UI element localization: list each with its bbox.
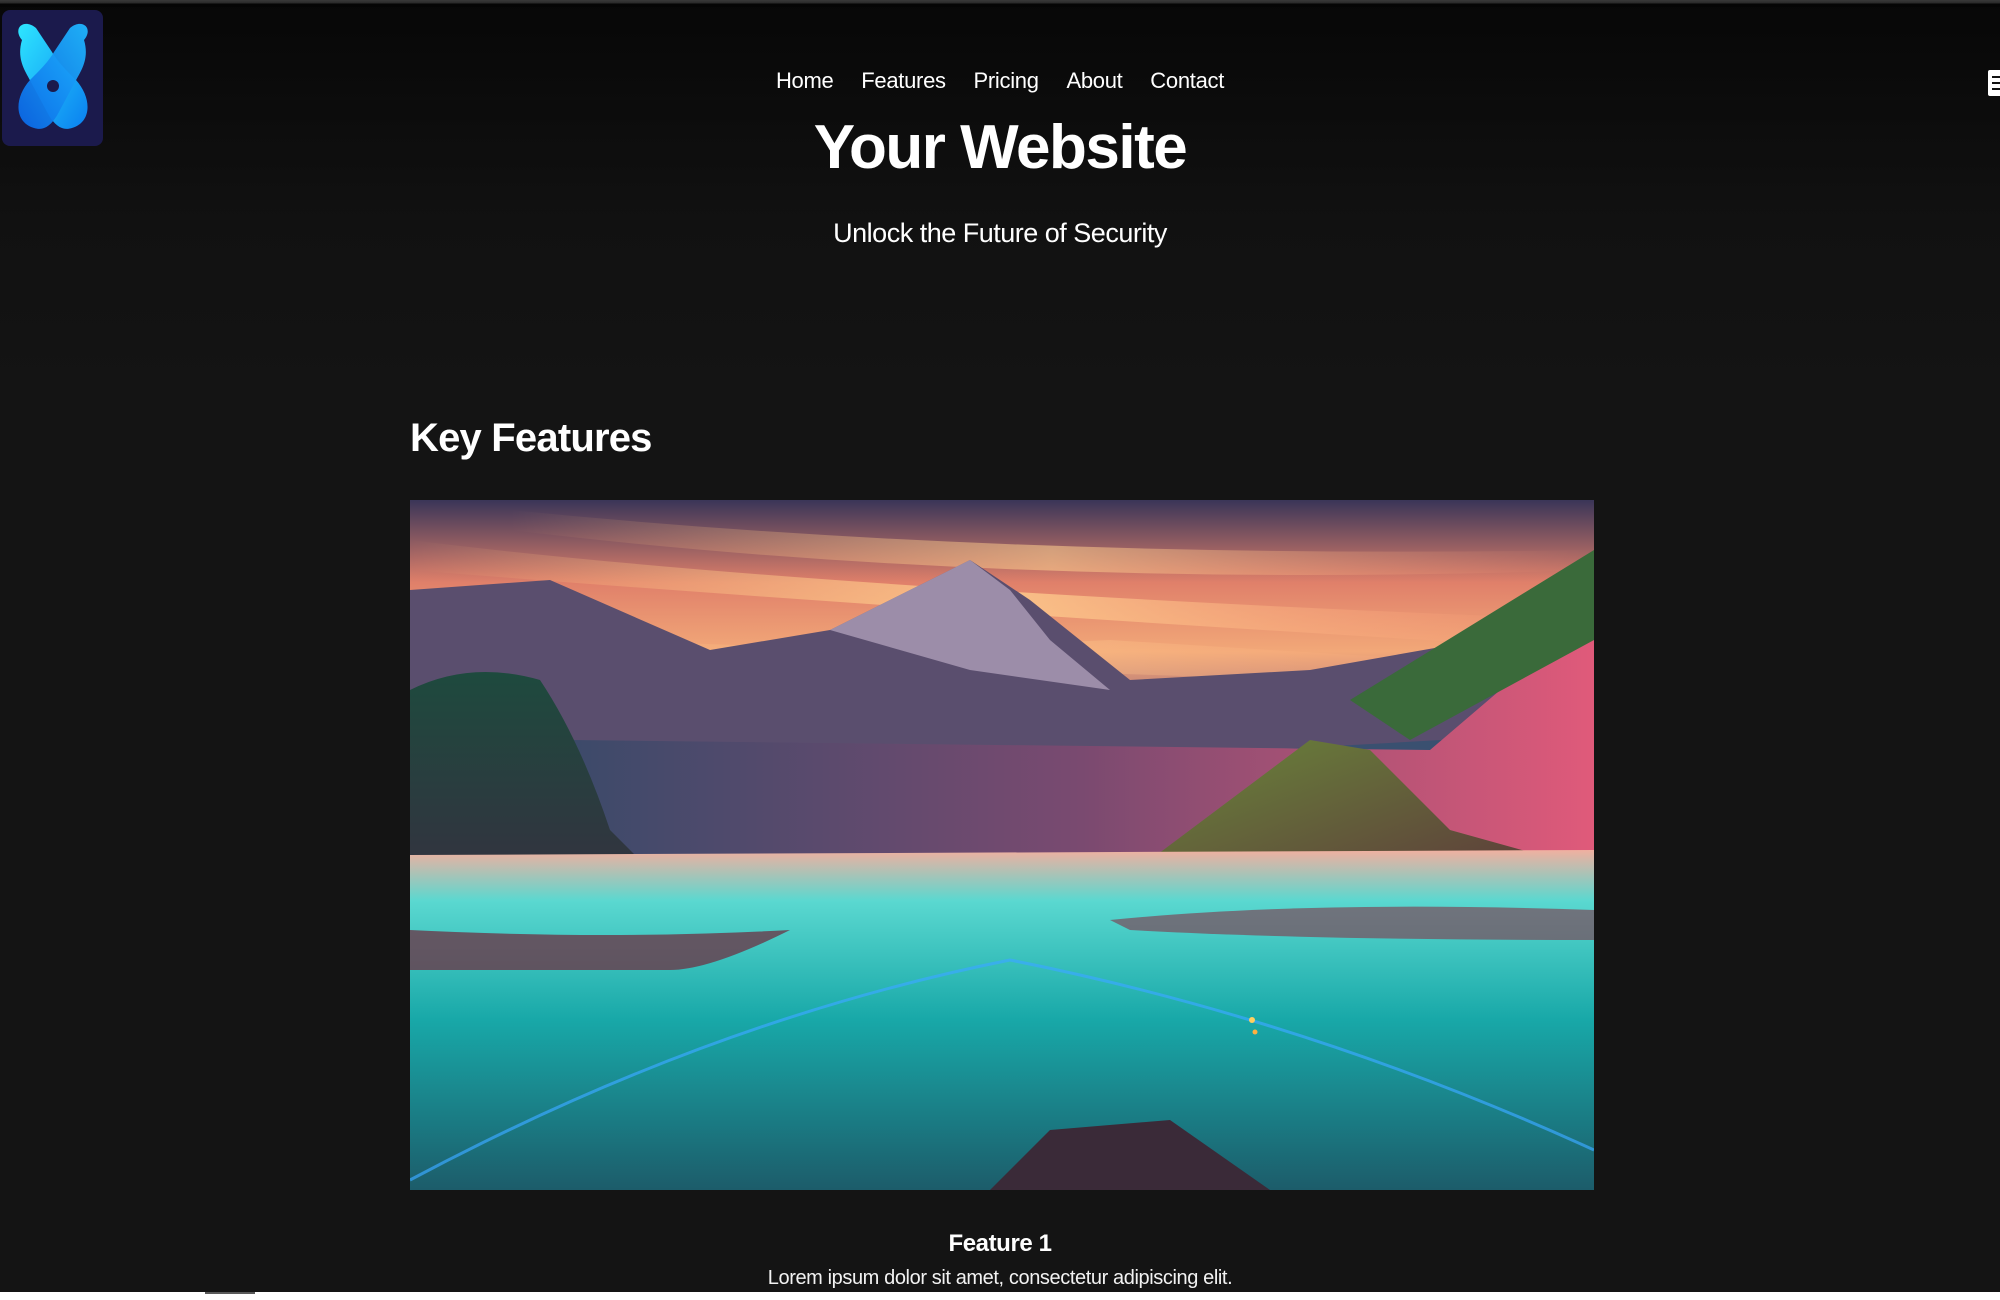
nav-home[interactable]: Home bbox=[776, 68, 834, 94]
feature-image bbox=[410, 500, 1594, 1190]
section-title-key-features: Key Features bbox=[410, 416, 652, 460]
nav-contact[interactable]: Contact bbox=[1150, 68, 1224, 94]
site-tagline: Unlock the Future of Security bbox=[833, 218, 1167, 248]
site-title: Your Website bbox=[813, 113, 1188, 182]
bottom-edge bbox=[0, 1292, 2000, 1300]
mountain-lake-landscape-image bbox=[410, 500, 1594, 1190]
feature-description: Lorem ipsum dolor sit amet, consectetur … bbox=[767, 1267, 1233, 1289]
nav-pricing[interactable]: Pricing bbox=[974, 68, 1039, 94]
hamburger-menu-icon[interactable] bbox=[1988, 70, 2000, 96]
nav-about[interactable]: About bbox=[1066, 68, 1122, 94]
page: Home Features Pricing About Contact Your… bbox=[0, 0, 2000, 1300]
nav-features[interactable]: Features bbox=[861, 68, 946, 94]
top-border bbox=[0, 0, 2000, 7]
main-nav: Home Features Pricing About Contact bbox=[0, 68, 2000, 94]
feature-title: Feature 1 bbox=[948, 1230, 1052, 1257]
